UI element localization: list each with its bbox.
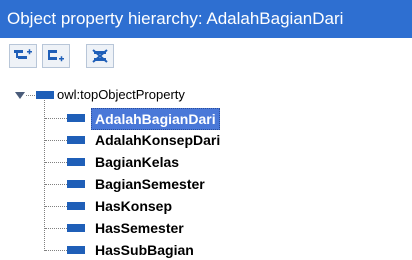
add-subproperty-button[interactable] [9,44,37,68]
tree-item-adalahkonsepdari[interactable]: AdalahKonsepDari [95,130,220,150]
tree-item-haskonsep[interactable]: HasKonsep [95,196,172,216]
tree-item-hassubbagian[interactable]: HasSubBagian [95,240,194,260]
add-sibling-property-button[interactable] [42,44,70,68]
tree-item-bagiankelas[interactable]: BagianKelas [95,152,179,172]
delete-property-button[interactable] [86,44,114,68]
tree-connector [45,184,67,185]
property-icon [67,114,85,122]
property-icon [67,136,85,144]
tree-item-bagiansemester[interactable]: BagianSemester [95,174,205,194]
tree-connector [45,118,67,119]
tree-connector [26,95,35,96]
property-icon [67,202,85,210]
tree-connector [45,162,67,163]
property-icon [67,246,85,254]
property-icon [67,224,85,232]
add-subproperty-icon [14,49,32,59]
add-sibling-property-icon [48,50,64,62]
tree-item-adalahbagiandari[interactable]: AdalahBagianDari [91,108,220,130]
toolbar [0,38,412,78]
panel-title: Object property hierarchy: AdalahBagianD… [0,0,412,38]
tree-connector [45,206,67,207]
delete-property-icon [92,49,108,63]
property-icon [67,158,85,166]
property-tree: owl:topObjectProperty AdalahBagianDari A… [0,78,412,260]
tree-connector [45,140,67,141]
property-icon [67,180,85,188]
tree-root-label[interactable]: owl:topObjectProperty [57,85,185,105]
tree-connector [45,250,67,251]
tree-item-hassemester[interactable]: HasSemester [95,218,184,238]
expand-toggle-icon[interactable] [15,92,25,99]
property-icon [36,91,54,99]
tree-connector [45,228,67,229]
